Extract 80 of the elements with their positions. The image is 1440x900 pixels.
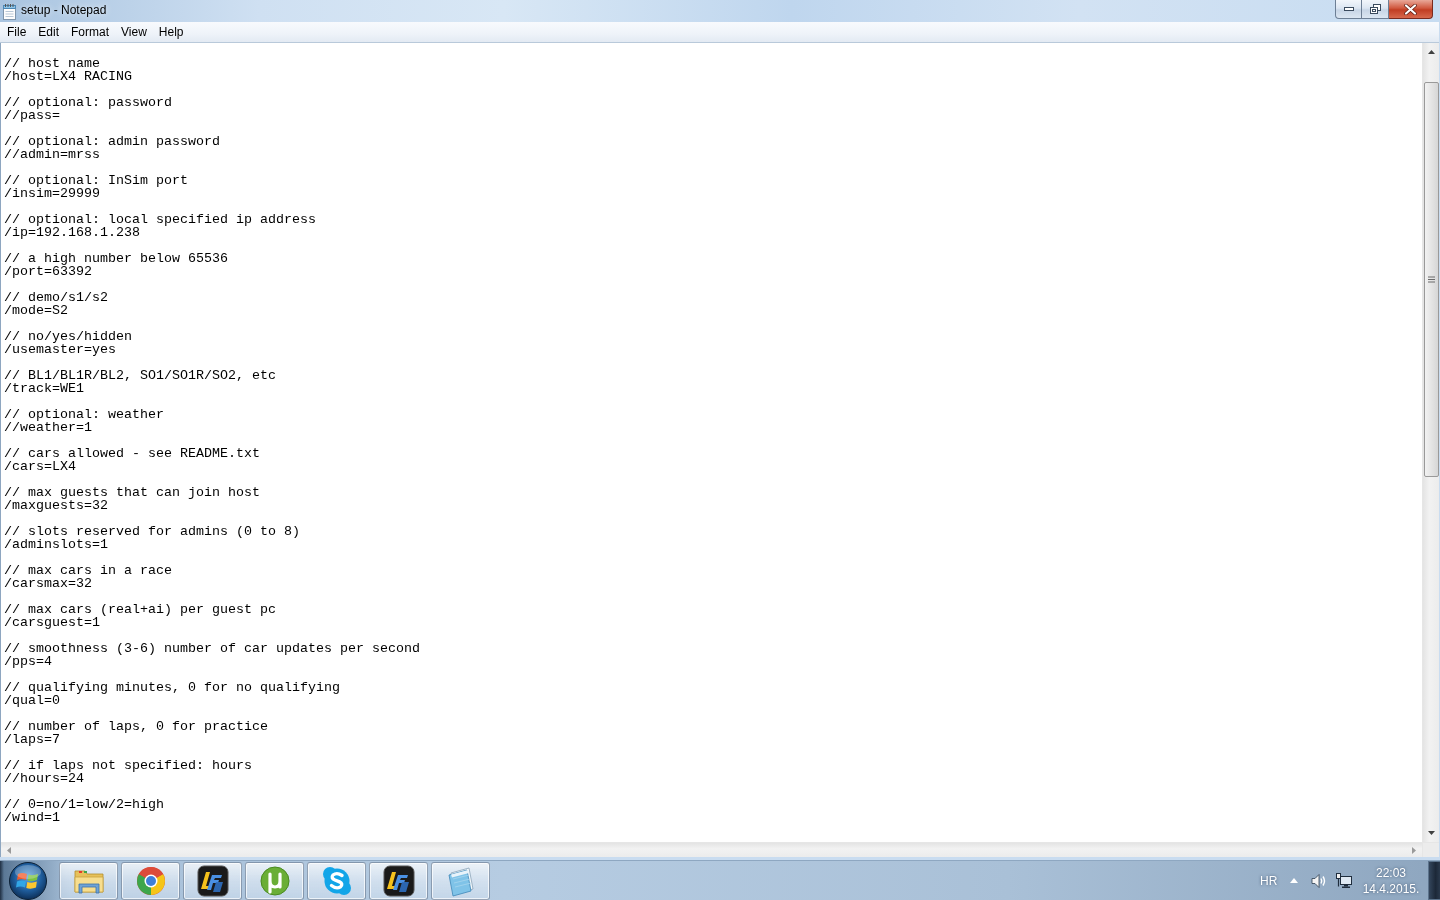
setting-line: /carsmax=32: [4, 577, 92, 590]
setting-line: //admin=mrss: [4, 148, 100, 161]
comment-line: // optional: InSim port: [4, 174, 188, 187]
notepad-icon: [2, 3, 18, 20]
scrollbar-corner: [1422, 842, 1439, 857]
show-desktop-button[interactable]: [1428, 861, 1440, 900]
setting-line: /qual=0: [4, 694, 60, 707]
setting-line: /host=LX4 RACING: [4, 70, 132, 83]
comment-line: // if laps not specified: hours: [4, 759, 252, 772]
close-icon: [1404, 3, 1417, 15]
down-arrow-icon[interactable]: [1427, 831, 1435, 835]
minimize-icon: [1343, 7, 1354, 11]
setting-line: /carsguest=1: [4, 616, 100, 629]
start-orb-icon: [9, 861, 47, 900]
left-arrow-icon[interactable]: [7, 846, 11, 854]
messenger-icon: [320, 864, 353, 897]
setting-line: /adminslots=1: [4, 538, 108, 551]
setting-line: /maxguests=32: [4, 499, 108, 512]
comment-line: // 0=no/1=low/2=high: [4, 798, 164, 811]
setting-line: /laps=7: [4, 733, 60, 746]
menu-item[interactable]: Help: [152, 22, 190, 42]
scroll-thumb[interactable]: [1423, 82, 1439, 477]
menu-item[interactable]: View: [115, 22, 153, 42]
speaker-icon: [1311, 873, 1327, 888]
setting-line: /track=WE1: [4, 382, 84, 395]
restore-button[interactable]: [1362, 0, 1389, 19]
menu-item[interactable]: Edit: [32, 22, 66, 42]
setting-line: //weather=1: [4, 421, 92, 434]
right-arrow-icon[interactable]: [1412, 846, 1416, 854]
racing-game-icon: [196, 864, 229, 897]
browser-icon: [134, 864, 167, 897]
setting-line: /insim=29999: [4, 187, 100, 200]
torrent-icon: [258, 864, 291, 897]
setting-line: /ip=192.168.1.238: [4, 226, 140, 239]
up-arrow-icon[interactable]: [1427, 50, 1435, 54]
comment-line: // number of laps, 0 for practice: [4, 720, 268, 733]
network-button[interactable]: [1336, 873, 1352, 888]
taskbar-button[interactable]: [369, 861, 428, 900]
restore-icon: [1369, 4, 1381, 14]
setting-line: //pass=: [4, 109, 60, 122]
minimize-button[interactable]: [1335, 0, 1362, 19]
volume-button[interactable]: [1311, 873, 1327, 888]
menu-item[interactable]: File: [1, 22, 33, 42]
horizontal-scrollbar[interactable]: [1, 842, 1422, 857]
comment-line: // optional: admin password: [4, 135, 220, 148]
grip-icon: [1427, 276, 1435, 283]
comment-line: // demo/s1/s2: [4, 291, 108, 304]
comment-line: // a high number below 65536: [4, 252, 228, 265]
comment-line: // optional: local specified ip address: [4, 213, 316, 226]
comment-line: // optional: weather: [4, 408, 164, 421]
comment-line: // max cars in a race: [4, 564, 172, 577]
comment-line: // max cars (real+ai) per guest pc: [4, 603, 276, 616]
setting-line: /wind=1: [4, 811, 60, 824]
start-button[interactable]: [8, 861, 48, 900]
comment-line: // cars allowed - see README.txt: [4, 447, 260, 460]
show-hidden-icons-button[interactable]: [1290, 878, 1298, 883]
up-arrow-icon: [1290, 878, 1298, 883]
setting-line: /port=63392: [4, 265, 92, 278]
racing-game-icon: [382, 864, 415, 897]
close-button[interactable]: [1389, 0, 1433, 19]
setting-line: /mode=S2: [4, 304, 68, 317]
comment-line: // optional: password: [4, 96, 172, 109]
comment-line: // no/yes/hidden: [4, 330, 132, 343]
comment-line: // qualifying minutes, 0 for no qualifying: [4, 681, 340, 694]
clock-time: 22:03: [1376, 864, 1406, 881]
setting-line: /usemaster=yes: [4, 343, 116, 356]
setting-line: //hours=24: [4, 772, 84, 785]
comment-line: // host name: [4, 57, 100, 70]
vertical-scrollbar[interactable]: [1422, 43, 1439, 842]
comment-line: // max guests that can join host: [4, 486, 260, 499]
comment-line: // smoothness (3-6) number of car updates per second: [4, 642, 420, 655]
setting-line: /pps=4: [4, 655, 52, 668]
window-title: setup - Notepad: [21, 2, 107, 19]
menu-item[interactable]: Format: [65, 22, 116, 42]
taskbar-button[interactable]: [183, 861, 242, 900]
network-icon: [1336, 873, 1352, 888]
comment-line: // BL1/BL1R/BL2, SO1/SO1R/SO2, etc: [4, 369, 276, 382]
setting-line: /cars=LX4: [4, 460, 76, 473]
comment-line: // slots reserved for admins (0 to 8): [4, 525, 300, 538]
clock-date: 14.4.2015.: [1362, 880, 1420, 897]
